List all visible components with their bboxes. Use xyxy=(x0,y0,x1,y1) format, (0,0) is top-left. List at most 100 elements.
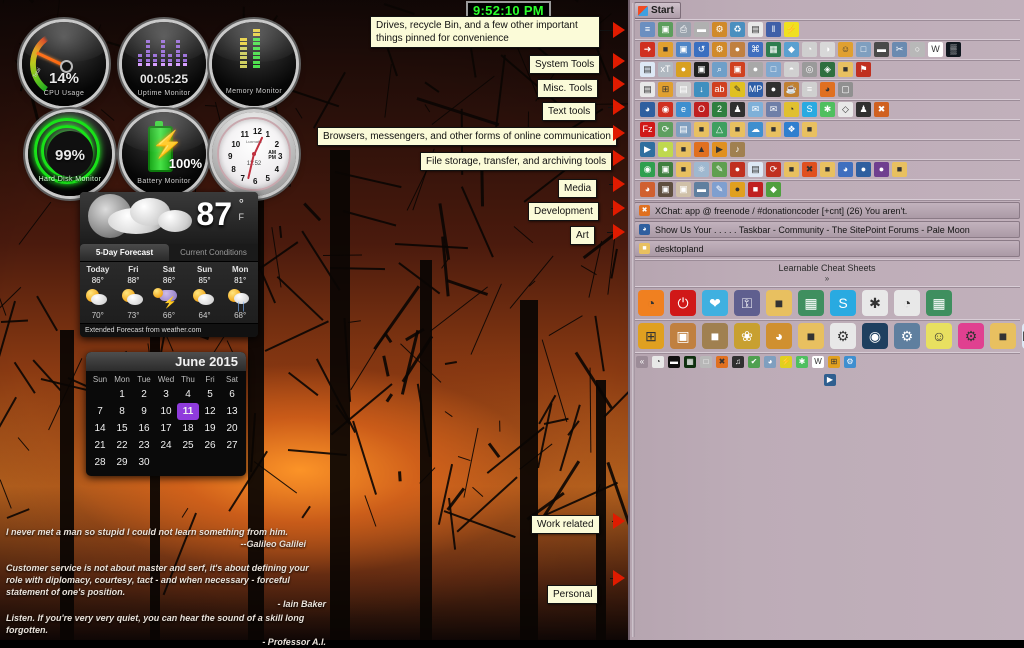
calendar-day[interactable]: 10 xyxy=(155,403,177,420)
columns-icon[interactable]: ‖ xyxy=(766,22,781,37)
tray-monitor-icon[interactable]: ▬ xyxy=(668,356,680,368)
chevron-expand-icon[interactable]: » xyxy=(630,273,1024,286)
calendar-day[interactable]: 4 xyxy=(177,386,199,403)
personal-launcher-row[interactable]: ⊞▣■❀◕■⚙◉⚙☺⚙■PDF◕ xyxy=(630,320,1024,352)
network-drive-icon[interactable]: ≡ xyxy=(640,22,655,37)
pin-icon[interactable]: ⚑ xyxy=(856,62,871,77)
play-icon[interactable]: ▶ xyxy=(712,142,727,157)
smiley-icon[interactable]: ☺ xyxy=(926,323,952,349)
photo-icon[interactable]: ▣ xyxy=(676,182,691,197)
lock-icon[interactable]: ⚿ xyxy=(734,290,760,316)
calendar-day[interactable]: 14 xyxy=(89,420,111,437)
blue-ball-icon[interactable]: ● xyxy=(856,162,871,177)
hook-icon[interactable]: ♪ xyxy=(730,142,745,157)
mp-icon[interactable]: MP xyxy=(748,82,763,97)
calendar-day[interactable]: 25 xyxy=(177,437,199,454)
tray-volume-icon[interactable]: ♫ xyxy=(732,356,744,368)
slack-work-icon[interactable]: ✱ xyxy=(862,290,888,316)
diamond-icon[interactable]: ◇ xyxy=(838,102,853,117)
document-icon[interactable]: ▤ xyxy=(748,22,763,37)
folder8-icon[interactable]: ■ xyxy=(676,162,691,177)
uptime-gauge-widget[interactable]: 00:05:25 Uptime Monitor xyxy=(122,22,206,106)
folder5-icon[interactable]: ■ xyxy=(766,122,781,137)
contact-icon[interactable]: ♟ xyxy=(856,102,871,117)
pink-gear-icon[interactable]: ⚙ xyxy=(958,323,984,349)
tray-check-icon[interactable]: ✔ xyxy=(748,356,760,368)
paint-icon[interactable]: ✎ xyxy=(712,162,727,177)
web-folder-icon[interactable]: ■ xyxy=(798,323,824,349)
tray-xchat-icon[interactable]: ✖ xyxy=(716,356,728,368)
folder-work-icon[interactable]: ■ xyxy=(766,290,792,316)
disk-icon[interactable]: ● xyxy=(730,42,745,57)
scanner-icon[interactable]: ▬ xyxy=(694,182,709,197)
calendar-day[interactable]: 5 xyxy=(199,386,221,403)
skype-icon[interactable]: S xyxy=(802,102,817,117)
spreadsheet2-icon[interactable]: ▦ xyxy=(926,290,952,316)
printer-icon[interactable]: ⎙ xyxy=(676,22,691,37)
explorer-window[interactable]: ■desktopland xyxy=(634,240,1020,257)
cheat-sheets-label[interactable]: Learnable Cheat Sheets xyxy=(630,260,1024,273)
drive-icon[interactable]: ▬ xyxy=(874,42,889,57)
disk-gauge-widget[interactable]: 99% Hard Disk Monitor xyxy=(28,112,112,196)
calendar-day[interactable]: 30 xyxy=(133,454,155,471)
window-list[interactable]: ✖XChat: app @ freenode / #donationcoder … xyxy=(630,202,1024,257)
calendar-day[interactable]: 29 xyxy=(111,454,133,471)
battery-gauge-widget[interactable]: ⚡ 100% Battery Monitor xyxy=(122,112,206,196)
weather-widget[interactable]: 87 ° F 5-Day Forecast Current Conditions… xyxy=(80,192,258,337)
folder6-icon[interactable]: ■ xyxy=(802,122,817,137)
media-row[interactable]: ▶●■▲▶♪ xyxy=(630,140,1024,159)
calendar-day[interactable]: 7 xyxy=(89,403,111,420)
lemon-icon[interactable]: ● xyxy=(658,142,673,157)
text-icon[interactable]: xT xyxy=(658,62,673,77)
word-icon[interactable]: W xyxy=(928,42,943,57)
tray-clock-icon[interactable]: ◔ xyxy=(652,356,664,368)
system-tray[interactable]: «◔▬▦□✖♫✔◕⚡✱W⊞⚙ xyxy=(630,353,1024,371)
firefox-alt-icon[interactable]: ◕ xyxy=(820,82,835,97)
media-player-icon[interactable]: ▶ xyxy=(640,142,655,157)
calendar-day[interactable]: 1 xyxy=(111,386,133,403)
taskbar[interactable]: Start ≡▣⎙▬⚙♻▤‖⚡➜■▣↺⚙●⌘▦◆◔◑☺□▬✂○W▒▤xT●▣⌕▣… xyxy=(628,0,1024,640)
tray-globe-icon[interactable]: ◕ xyxy=(764,356,776,368)
skype-work-icon[interactable]: S xyxy=(830,290,856,316)
tray-flash-icon[interactable]: ⚡ xyxy=(780,356,792,368)
work-related-launcher-row[interactable]: ◔⏻❤⚿■▦S✱◔▦ xyxy=(630,287,1024,319)
calendar-day[interactable]: 19 xyxy=(199,420,221,437)
sync-icon[interactable]: ⟳ xyxy=(658,122,673,137)
folder3-icon[interactable]: ■ xyxy=(694,122,709,137)
pancakes-icon[interactable]: ◕ xyxy=(766,323,792,349)
usb-drive-icon[interactable]: ▬ xyxy=(694,22,709,37)
x-icon[interactable]: ✖ xyxy=(802,162,817,177)
purple-icon[interactable]: ● xyxy=(874,162,889,177)
ide-icon[interactable]: ▣ xyxy=(658,162,673,177)
start-button[interactable]: Start xyxy=(634,2,681,19)
open-box-icon[interactable]: ▣ xyxy=(670,323,696,349)
tray-word-icon[interactable]: W xyxy=(812,356,824,368)
apps-icon[interactable]: ⊞ xyxy=(658,82,673,97)
browsers-row[interactable]: ◕◉eO2♟✉✉◔S✱◇♟✖ xyxy=(630,100,1024,119)
red-icon[interactable]: ■ xyxy=(748,182,763,197)
onedrive-icon[interactable]: ☁ xyxy=(748,122,763,137)
calendar-widget[interactable]: June 2015 SunMonTueWedThuFriSat123456789… xyxy=(86,352,246,476)
vlc-icon[interactable]: ▲ xyxy=(694,142,709,157)
ball-icon[interactable]: ● xyxy=(766,82,781,97)
computer-icon[interactable]: ▣ xyxy=(658,22,673,37)
calendar-day[interactable]: 16 xyxy=(133,420,155,437)
palemoon-icon[interactable]: ◕ xyxy=(640,102,655,117)
gem-icon[interactable]: ◆ xyxy=(784,42,799,57)
calendar-day[interactable]: 18 xyxy=(177,420,199,437)
pidgin-icon[interactable]: ◔ xyxy=(784,102,799,117)
folder4-icon[interactable]: ■ xyxy=(730,122,745,137)
timer-icon[interactable]: ◑ xyxy=(820,42,835,57)
toolbar-grip[interactable] xyxy=(632,3,635,637)
toolbar-rows[interactable]: ≡▣⎙▬⚙♻▤‖⚡➜■▣↺⚙●⌘▦◆◔◑☺□▬✂○W▒▤xT●▣⌕▣●□◓◎◈■… xyxy=(630,19,1024,200)
tab-current-conditions[interactable]: Current Conditions xyxy=(169,244,258,261)
xchat-icon[interactable]: ✖ xyxy=(874,102,889,117)
calendar-day[interactable]: 8 xyxy=(111,403,133,420)
tray-tiles-icon[interactable]: ⊞ xyxy=(828,356,840,368)
document-gear-icon[interactable]: ⚙ xyxy=(830,323,856,349)
palette-icon[interactable]: ◕ xyxy=(640,182,655,197)
grey-icon[interactable]: ▢ xyxy=(838,82,853,97)
recycle-bin-icon[interactable]: ♻ xyxy=(730,22,745,37)
tools-icon[interactable]: ✂ xyxy=(892,42,907,57)
settings-icon[interactable]: ⚙ xyxy=(712,42,727,57)
